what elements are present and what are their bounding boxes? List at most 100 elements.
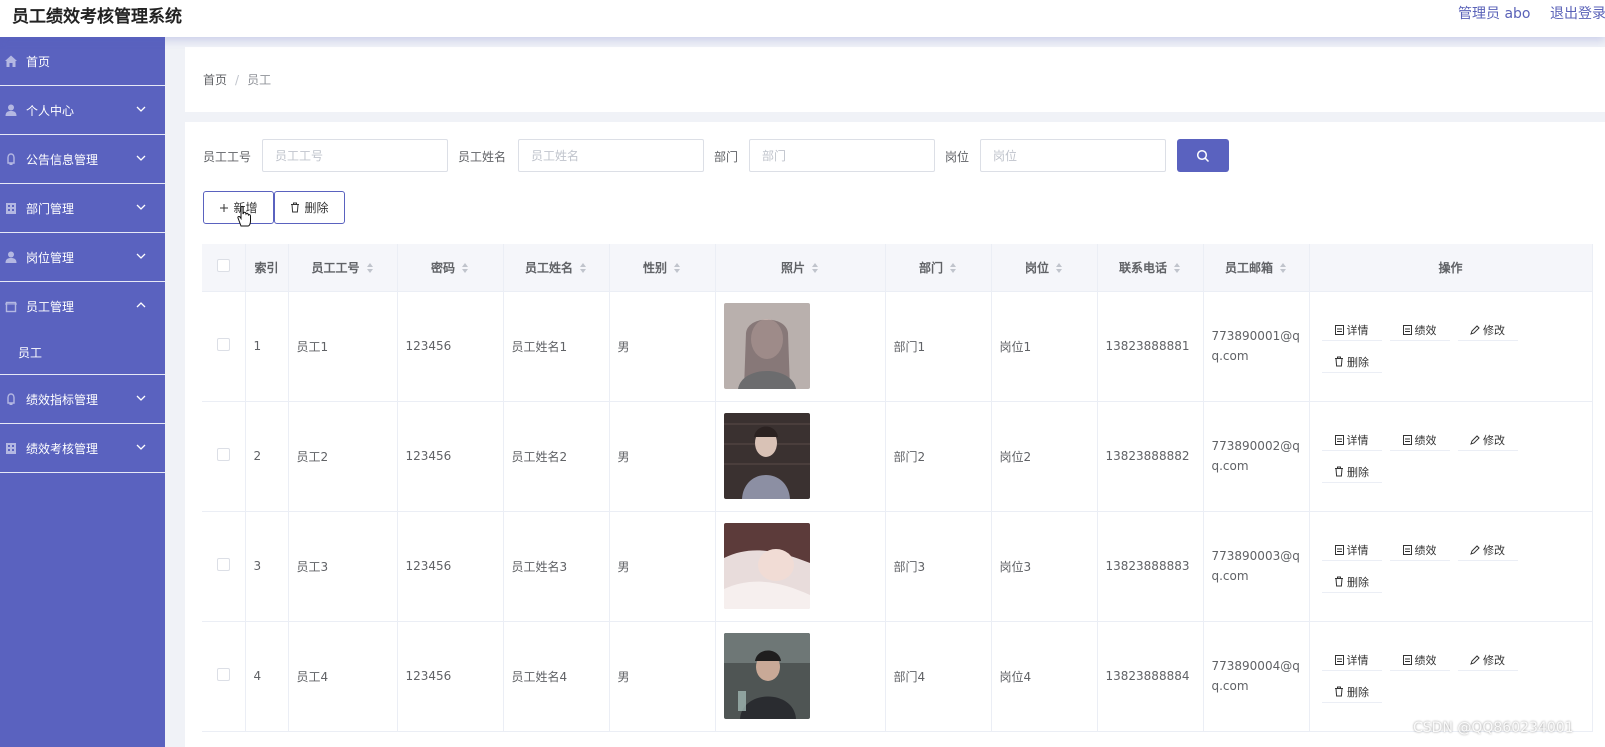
detail-label: 详情	[1346, 323, 1369, 337]
sidebar-item-employee-mgmt[interactable]: 员工管理	[0, 282, 165, 331]
performance-button[interactable]: 绩效	[1389, 429, 1450, 451]
performance-button[interactable]: 绩效	[1389, 539, 1450, 561]
filter-label-empno: 员工工号	[203, 150, 252, 164]
employee-table: 索引 员工工号 密码 员工姓名 性别 照片 部门 岗位 联系电话 员工邮箱 操作…	[202, 244, 1593, 732]
header-password[interactable]: 密码	[397, 244, 504, 292]
edit-button[interactable]: 修改	[1457, 429, 1518, 451]
delete-row-button[interactable]: 删除	[1321, 681, 1382, 703]
app-title: 员工绩效考核管理系统	[12, 7, 182, 27]
delete-row-button[interactable]: 删除	[1321, 571, 1382, 593]
detail-button[interactable]: 详情	[1321, 539, 1382, 561]
filter-label-dept: 部门	[714, 150, 739, 164]
delete-button-label: 删除	[304, 201, 329, 215]
plus-icon	[220, 203, 229, 212]
header-post[interactable]: 岗位	[991, 244, 1098, 292]
filter-input-dept[interactable]	[749, 139, 935, 172]
sidebar-subitem-employee[interactable]: 员工	[0, 331, 165, 375]
edit-label: 修改	[1483, 323, 1505, 337]
delete-row-button[interactable]: 删除	[1321, 351, 1382, 373]
sort-icon	[950, 263, 956, 274]
sidebar-item-department[interactable]: 部门管理	[0, 184, 165, 233]
header-phone[interactable]: 联系电话	[1097, 244, 1204, 292]
checkbox[interactable]	[216, 338, 230, 351]
performance-label: 绩效	[1414, 433, 1437, 447]
employee-photo	[723, 523, 810, 609]
header-label: 联系电话	[1118, 260, 1167, 275]
cell-post: 岗位1	[991, 291, 1098, 402]
filter-input-post[interactable]	[980, 139, 1166, 172]
sidebar-item-perf-index[interactable]: 绩效指标管理	[0, 375, 165, 424]
filter-label-post: 岗位	[945, 150, 970, 164]
header-label: 部门	[918, 260, 943, 275]
row-select[interactable]	[202, 401, 246, 512]
sidebar-item-home[interactable]: 首页	[0, 37, 165, 86]
header-index: 索引	[245, 244, 289, 292]
detail-button[interactable]: 详情	[1321, 649, 1382, 671]
sidebar-item-post[interactable]: 岗位管理	[0, 233, 165, 282]
filter-input-empno[interactable]	[262, 139, 448, 172]
table-row: 3 员工3 123456 员工姓名3 男 部门3 岗位3 13823888883…	[202, 511, 1593, 622]
header-label: 密码	[430, 260, 455, 275]
breadcrumb-separator: /	[235, 73, 240, 87]
chevron-down-icon	[136, 395, 146, 401]
trash-icon	[1335, 356, 1343, 367]
header-actions: 操作	[1309, 244, 1593, 292]
header-gender[interactable]: 性别	[609, 244, 716, 292]
sidebar-item-label: 首页	[26, 54, 51, 69]
edit-button[interactable]: 修改	[1457, 649, 1518, 671]
row-select[interactable]	[202, 291, 246, 402]
sidebar-item-perf-assess[interactable]: 绩效考核管理	[0, 424, 165, 473]
header-select-all[interactable]	[202, 244, 246, 292]
row-select[interactable]	[202, 511, 246, 622]
row-select[interactable]	[202, 621, 246, 732]
cell-password: 123456	[397, 511, 504, 622]
row-actions: 详情 绩效 修改 删除	[1318, 319, 1584, 373]
cell-name: 员工姓名4	[503, 621, 610, 732]
edit-icon	[1470, 324, 1480, 335]
sort-icon	[812, 263, 818, 274]
header-empno[interactable]: 员工工号	[288, 244, 398, 292]
detail-button[interactable]: 详情	[1321, 429, 1382, 451]
detail-button[interactable]: 详情	[1321, 319, 1382, 341]
breadcrumb-home[interactable]: 首页	[203, 73, 227, 87]
batch-delete-button[interactable]: 删除	[274, 191, 345, 224]
header-label: 性别	[642, 260, 667, 275]
cell-photo	[715, 291, 886, 402]
checkbox[interactable]	[216, 448, 230, 461]
cell-name: 员工姓名3	[503, 511, 610, 622]
cell-post: 岗位2	[991, 401, 1098, 512]
cell-gender: 男	[609, 401, 716, 512]
performance-label: 绩效	[1414, 543, 1437, 557]
header-email[interactable]: 员工邮箱	[1203, 244, 1310, 292]
cell-phone: 13823888883	[1097, 511, 1204, 622]
sidebar-item-personal-center[interactable]: 个人中心	[0, 86, 165, 135]
sidebar-item-notice[interactable]: 公告信息管理	[0, 135, 165, 184]
sidebar-item-label: 绩效指标管理	[26, 392, 99, 407]
trash-icon	[1335, 466, 1343, 477]
table-row: 4 员工4 123456 员工姓名4 男 部门4 岗位4 13823888884…	[202, 621, 1593, 732]
search-button[interactable]	[1177, 139, 1229, 172]
logout-link[interactable]: 退出登录	[1550, 3, 1605, 23]
cell-phone: 13823888881	[1097, 291, 1204, 402]
employee-photo	[723, 413, 810, 499]
checkbox[interactable]	[216, 259, 230, 273]
cell-password: 123456	[397, 401, 504, 512]
delete-row-button[interactable]: 删除	[1321, 461, 1382, 483]
edit-button[interactable]: 修改	[1457, 539, 1518, 561]
edit-button[interactable]: 修改	[1457, 319, 1518, 341]
cell-gender: 男	[609, 621, 716, 732]
bell-icon	[7, 393, 15, 405]
header-dept[interactable]: 部门	[885, 244, 992, 292]
performance-button[interactable]: 绩效	[1389, 319, 1450, 341]
trash-icon	[291, 202, 300, 213]
cell-empno: 员工3	[288, 511, 398, 622]
header-photo[interactable]: 照片	[715, 244, 886, 292]
checkbox[interactable]	[216, 558, 230, 571]
header-name[interactable]: 员工姓名	[503, 244, 610, 292]
performance-button[interactable]: 绩效	[1389, 649, 1450, 671]
chevron-down-icon	[136, 253, 146, 259]
filter-input-name[interactable]	[518, 139, 704, 172]
building-icon	[6, 203, 16, 214]
chevron-down-icon	[136, 155, 146, 161]
checkbox[interactable]	[216, 668, 230, 681]
